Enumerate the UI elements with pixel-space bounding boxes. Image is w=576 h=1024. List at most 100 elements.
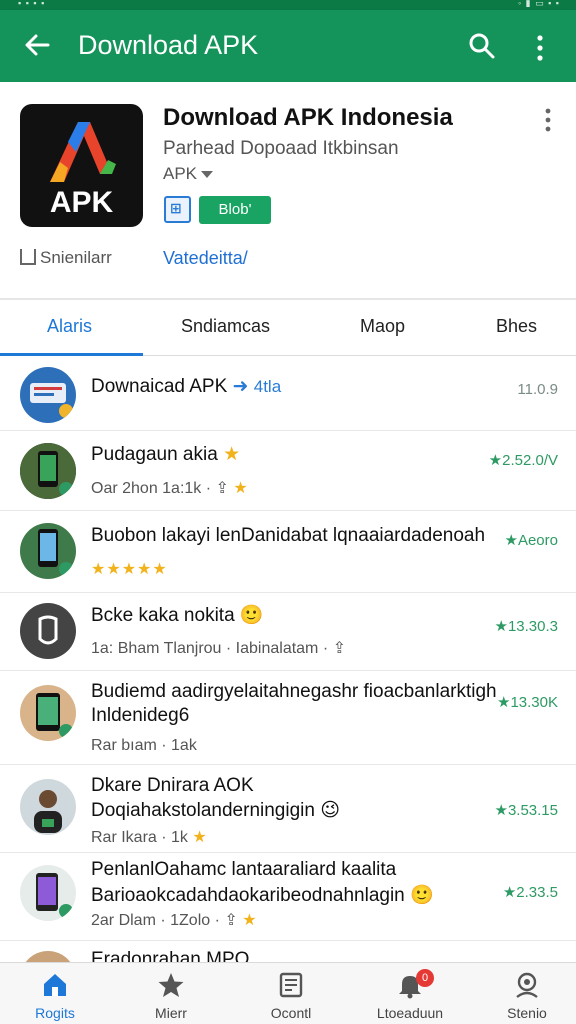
list-item[interactable]: Pudagaun akia ★ Oar 2hon 1a:1k · ⇪ ★ ★2.… <box>0 431 576 511</box>
install-button[interactable]: Blob' <box>199 196 271 224</box>
list-item-title: Pudagaun akia ★ <box>91 443 240 466</box>
star-icon: ★ <box>242 912 257 929</box>
list-item-subtitle: Rar Ikara · 1k ★ <box>91 827 207 847</box>
app-bar-title: Download APK <box>78 30 259 60</box>
nav-favorites[interactable]: Mierr <box>121 967 221 1023</box>
rating-stars: ★★★★★ <box>91 561 168 578</box>
notification-badge: 0 <box>416 969 434 987</box>
tab-sndiamcas[interactable]: Sndiamcas <box>181 316 270 337</box>
nav-home-label: Rogits <box>35 1005 75 1021</box>
share-icon: ⇪ <box>224 912 238 929</box>
share-label: Snienilarr <box>40 248 112 267</box>
tab-indicator <box>0 353 143 356</box>
list-item-thumbnail <box>20 779 76 835</box>
list-item-title: Budiemd aadirgyelaitahnegashr fioacbanla… <box>91 681 497 702</box>
list-item-subtitle: Oar 2hon 1a:1k · ⇪ ★ <box>91 478 248 498</box>
list-item-title-text: Doqiahakstolanderningigin <box>91 800 315 821</box>
share-icon: ⇪ <box>332 640 347 657</box>
app-header: APK Download APK Indonesia Parhead Dopoa… <box>0 82 576 300</box>
list-item-title: Bcke kaka nokita 🙂 <box>91 603 264 627</box>
status-bar-right: ◦ ▮ ▭ ▪ ▪ <box>517 0 560 8</box>
list-item-value: ★13.30K <box>497 694 558 711</box>
list-item-value: ★3.53.15 <box>494 802 559 819</box>
list-item-thumbnail <box>20 443 76 499</box>
list-item-thumbnail <box>20 685 76 741</box>
share-icon <box>20 249 36 265</box>
list-item-title-text: Downaicad APK <box>91 376 228 397</box>
list-item[interactable]: Budiemd aadirgyelaitahnegashr fioacbanla… <box>0 671 576 765</box>
search-icon[interactable] <box>466 30 498 62</box>
nav-home[interactable]: Rogits <box>5 967 105 1023</box>
list-item-value: ★2.33.5 <box>502 884 558 901</box>
list-item[interactable]: Buobon lakayi lenDanidabat lqnaaiardaden… <box>0 511 576 593</box>
app-thumbnail-icon <box>30 383 73 418</box>
list-item-subtitle: Rar bıam · 1ak <box>91 737 197 754</box>
tab-bar: Alaris Sndiamcas Maop Bhes <box>0 300 576 356</box>
nav-content[interactable]: Ocontl <box>241 967 341 1023</box>
nav-downloads-label: Ltoeaduun <box>376 1005 444 1021</box>
person-thumbnail-icon <box>34 790 62 833</box>
share-icon: ⇪ <box>215 480 229 497</box>
list-item-title-text: Pudagaun akia <box>91 444 218 465</box>
list-item-title-suffix: 4tla <box>253 377 282 396</box>
back-arrow-icon[interactable] <box>20 28 54 62</box>
list-item-thumbnail <box>20 367 76 423</box>
star-icon: ★ <box>192 829 207 846</box>
shield-icon <box>38 615 58 645</box>
visit-link[interactable]: Vatedeitta/ <box>163 248 248 269</box>
phone-thumbnail-icon <box>20 443 76 499</box>
smile-emoji-icon: 🙂 <box>239 605 264 626</box>
smile-emoji-icon: 🙂 <box>410 885 434 906</box>
status-bar: ▪ ▪ ▪ ▪ ◦ ▮ ▭ ▪ ▪ <box>0 0 576 10</box>
overflow-menu-icon[interactable] <box>530 32 550 64</box>
tab-alaris[interactable]: Alaris <box>47 316 92 337</box>
home-icon <box>44 974 66 996</box>
list-item-value: ★Aeoro <box>504 532 558 549</box>
phone-thumbnail-icon <box>38 529 73 576</box>
list-item-subtitle: 2ar Dlam · 1Zolo · ⇪ ★ <box>91 910 257 930</box>
list-item-meta: Oar 2hon 1a:1k · <box>91 480 212 497</box>
bottom-navigation: Rogits Mierr Ocontl 0 Ltoeaduun Stenio <box>0 962 576 1024</box>
app-category-label: APK <box>163 164 198 183</box>
more-vert-icon[interactable] <box>540 106 556 134</box>
editor-choice-icon: ⊞ <box>164 196 191 223</box>
list-item-subtitle: 1a: Bham Tlanjrou · Iabinalatam · ⇪ <box>91 638 346 658</box>
download-arrow-icon: ➜ <box>232 376 249 397</box>
app-developer[interactable]: Parhead Dopoaad Itkbinsan <box>163 138 399 160</box>
phone-thumbnail-icon <box>36 873 73 918</box>
list-item[interactable]: PenlanlOahamc lantaaraliard kaalita Bari… <box>0 853 576 941</box>
tab-maop[interactable]: Maop <box>360 316 405 337</box>
nav-profile[interactable]: Stenio <box>477 967 576 1023</box>
star-icon: ★ <box>233 480 248 497</box>
list-item[interactable]: Downaicad APK ➜ 4tla 11.0.9 <box>0 357 576 431</box>
nav-downloads[interactable]: 0 Ltoeaduun <box>360 967 460 1023</box>
profile-icon <box>516 972 538 998</box>
star-icon <box>158 973 184 997</box>
chevron-down-icon <box>201 171 214 179</box>
list-item-thumbnail <box>20 865 76 921</box>
list-item[interactable]: Dkare Dnirara AOK Doqiahakstolanderningi… <box>0 765 576 853</box>
list-item-title: Buobon lakayi lenDanidabat lqnaaiardaden… <box>91 525 486 546</box>
list-item-thumbnail <box>20 603 76 659</box>
tab-bhes[interactable]: Bhes <box>496 316 537 337</box>
list-item-value: 11.0.9 <box>517 381 558 398</box>
list-item-title-line2: Inldenideg6 <box>91 705 190 726</box>
list-item-value: ★2.52.0/V <box>488 452 558 469</box>
app-logo: APK <box>20 104 143 227</box>
phone-thumbnail-icon <box>36 693 73 738</box>
nav-favorites-label: Mierr <box>155 1005 187 1021</box>
list-item-value: ★13.30.3 <box>494 618 559 635</box>
list-item-title-line2: Doqiahakstolanderningigin 😉 <box>91 799 340 822</box>
smile-emoji-icon: 😉 <box>320 800 341 821</box>
app-category[interactable]: APK <box>163 164 214 184</box>
list-item-meta: 1a: Bham Tlanjrou · Iabinalatam · <box>91 640 329 657</box>
list-item[interactable]: Bcke kaka nokita 🙂 1a: Bham Tlanjrou · I… <box>0 593 576 671</box>
list-item-title: Downaicad APK ➜ 4tla <box>91 375 281 398</box>
star-icon: ★ <box>223 444 241 465</box>
app-name: Download APK Indonesia <box>163 104 453 131</box>
share-button[interactable]: Snienilarr <box>20 248 112 268</box>
list-item-meta: 2ar Dlam · 1Zolo · <box>91 912 220 929</box>
app-logo-text: APK <box>49 186 114 219</box>
list-item-title: Dkare Dnirara AOK <box>91 775 254 796</box>
nav-profile-label: Stenio <box>507 1005 547 1021</box>
